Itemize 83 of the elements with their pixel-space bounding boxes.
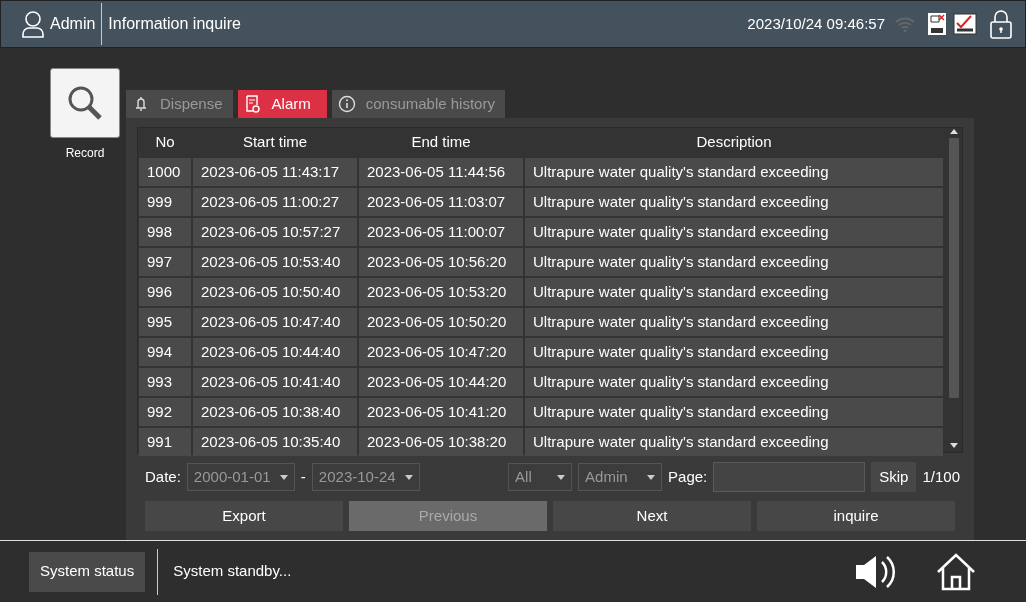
system-status-button[interactable]: System status [29, 551, 146, 592]
date-separator: - [300, 466, 306, 487]
action-button[interactable]: inquire [757, 501, 955, 531]
scroll-up-arrow-icon[interactable] [950, 128, 958, 134]
checked-document-icon [953, 13, 977, 35]
caret-down-icon [557, 474, 566, 480]
column-header: Description [695, 131, 773, 152]
table-cell: 997 [139, 248, 191, 276]
table-cell: Ultrapure water quality's standard exceeding [525, 308, 943, 336]
search-icon [67, 85, 103, 121]
column-header: No [154, 131, 176, 152]
scroll-down-arrow-icon[interactable] [950, 443, 958, 449]
table-cell: 2023-06-05 10:38:40 [193, 398, 357, 426]
user-dropdown[interactable]: Admin [578, 463, 663, 491]
date-time: 2023/10/24 09:46:57 [747, 13, 885, 34]
table-cell: 2023-06-05 11:43:17 [193, 158, 357, 186]
table-cell: Ultrapure water quality's standard exceeding [525, 428, 943, 456]
table-cell: 2023-06-05 10:56:20 [359, 248, 523, 276]
speaker-icon[interactable] [854, 553, 896, 590]
date-from-dropdown[interactable]: 2000-01-01 [186, 463, 295, 491]
skip-button[interactable]: Skip [871, 462, 917, 492]
record-label: Record [64, 145, 106, 162]
table-cell: 2023-06-05 10:57:27 [193, 218, 357, 246]
tab[interactable]: consumable history [331, 90, 505, 118]
page-count: 1/100 [922, 466, 960, 487]
action-button[interactable]: Next [553, 501, 751, 531]
document-icon [243, 95, 262, 113]
table-cell: 2023-06-05 10:35:40 [193, 428, 357, 456]
status-message: System standby... [173, 561, 292, 582]
caret-down-icon [279, 474, 288, 480]
table-cell: 2023-06-05 11:03:07 [359, 188, 523, 216]
date-to-dropdown[interactable]: 2023-10-24 [311, 463, 420, 491]
table-cell: 2023-06-05 10:53:20 [359, 278, 523, 306]
page-input[interactable] [713, 462, 866, 492]
table-cell: 994 [139, 338, 191, 366]
caret-down-icon [647, 474, 656, 480]
table-cell: Ultrapure water quality's standard exceeding [525, 278, 943, 306]
table-cell: Ultrapure water quality's standard exceeding [525, 398, 943, 426]
record-button[interactable] [50, 68, 120, 138]
table-cell: 2023-06-05 10:50:40 [193, 278, 357, 306]
column-header: End time [410, 131, 472, 152]
table-cell: 2023-06-05 10:38:20 [359, 428, 523, 456]
page-label: Page: [668, 466, 708, 487]
table-cell: 2023-06-05 10:44:40 [193, 338, 357, 366]
table-cell: 2023-06-05 10:47:40 [193, 308, 357, 336]
table-cell: 2023-06-05 11:00:07 [359, 218, 523, 246]
table-cell: 2023-06-05 10:44:20 [359, 368, 523, 396]
table-cell: Ultrapure water quality's standard exceeding [525, 218, 943, 246]
table-cell: 2023-06-05 11:00:27 [193, 188, 357, 216]
table-cell: Ultrapure water quality's standard exceeding [525, 368, 943, 396]
table-cell: 999 [139, 188, 191, 216]
info-icon [337, 95, 356, 113]
lock-icon[interactable] [989, 9, 1013, 39]
table-cell: 992 [139, 398, 191, 426]
table-cell: 998 [139, 218, 191, 246]
page-title: Information inquire [108, 14, 241, 34]
tab[interactable]: Dispense [126, 90, 233, 118]
action-button[interactable]: Export [145, 501, 343, 531]
table-cell: 2023-06-05 10:41:40 [193, 368, 357, 396]
table-cell: Ultrapure water quality's standard exceeding [525, 158, 943, 186]
table-cell: Ultrapure water quality's standard exceeding [525, 188, 943, 216]
table-cell: 2023-06-05 10:50:20 [359, 308, 523, 336]
home-icon[interactable] [936, 552, 976, 591]
table-cell: 995 [139, 308, 191, 336]
table-cell: 2023-06-05 10:47:20 [359, 338, 523, 366]
caret-down-icon [404, 474, 413, 480]
table-cell: 2023-06-05 10:41:20 [359, 398, 523, 426]
table-cell: 2023-06-05 11:44:56 [359, 158, 523, 186]
table-cell: Ultrapure water quality's standard exceeding [525, 248, 943, 276]
table-cell: 993 [139, 368, 191, 396]
table-cell: 2023-06-05 10:53:40 [193, 248, 357, 276]
table-cell: 1000 [139, 158, 191, 186]
column-header: Start time [241, 131, 309, 152]
table-cell: 996 [139, 278, 191, 306]
table-cell: 991 [139, 428, 191, 456]
table-cell: Ultrapure water quality's standard exceeding [525, 338, 943, 366]
user-name: Admin [50, 14, 96, 34]
wifi-icon [895, 16, 915, 32]
usb-icon [927, 12, 947, 36]
type-dropdown[interactable]: All [508, 463, 573, 491]
user-icon [21, 10, 45, 38]
date-label: Date: [145, 466, 181, 487]
tab[interactable]: Alarm [237, 90, 327, 118]
